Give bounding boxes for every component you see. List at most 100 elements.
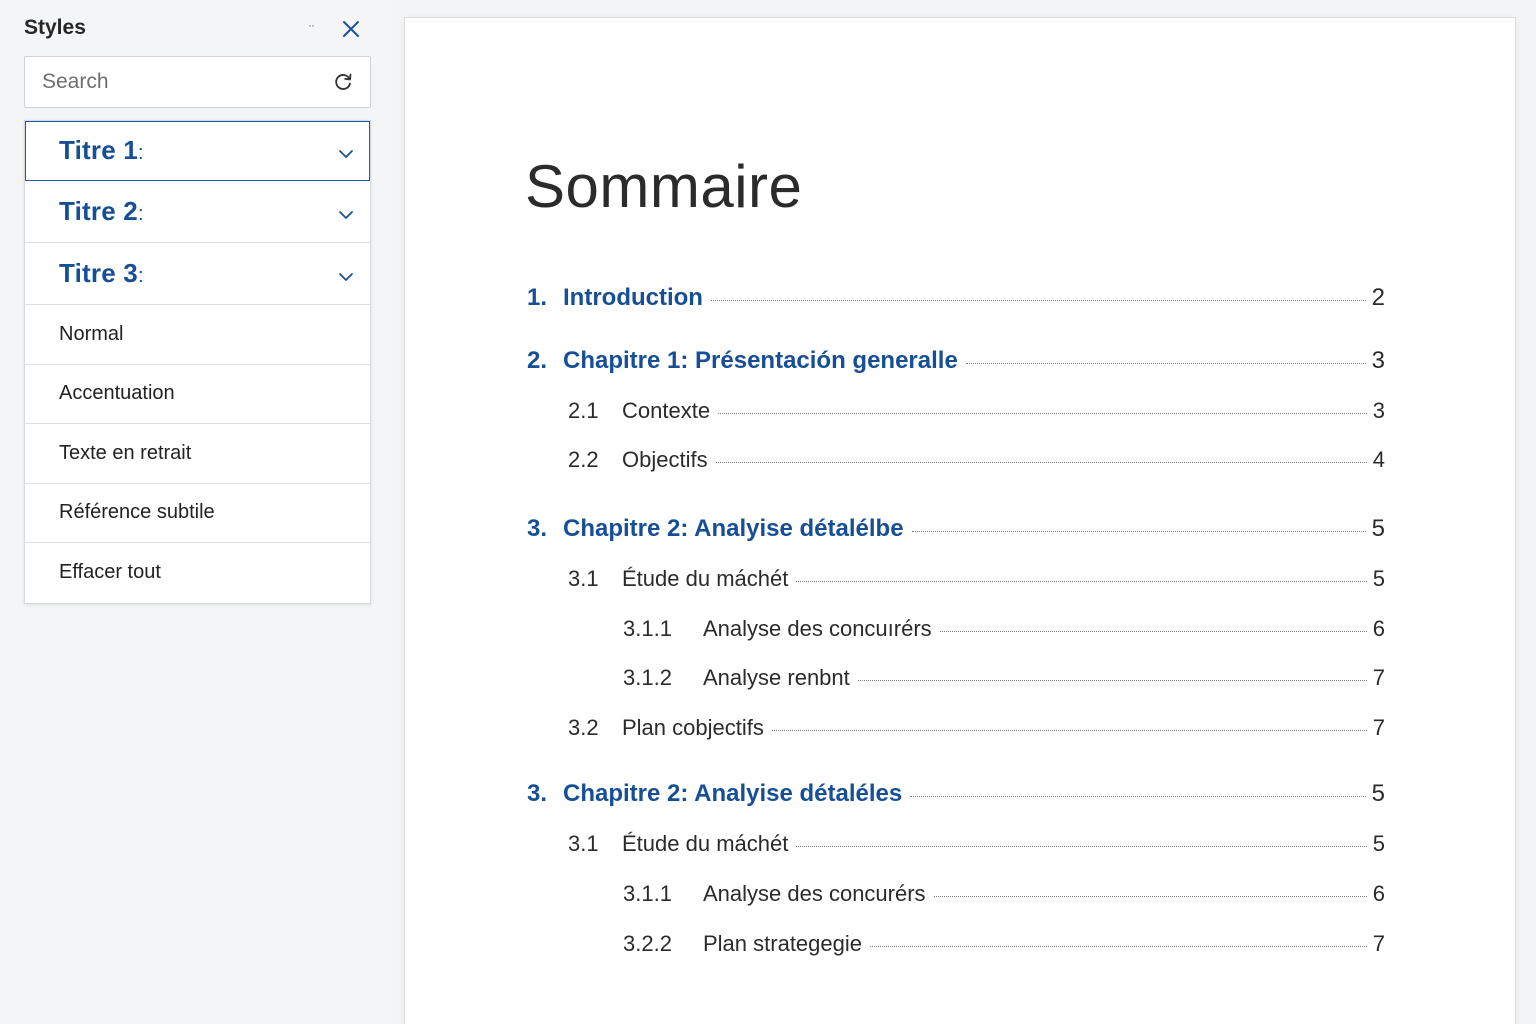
toc-leader	[710, 300, 1366, 301]
style-item[interactable]: Référence subtile	[25, 483, 370, 543]
toc-page-number: 6	[1372, 616, 1385, 641]
style-item-label: Normal	[59, 322, 124, 345]
toc-entry[interactable]: 2.1 Contexte 3	[568, 398, 1385, 424]
toc-entry[interactable]: 3.2 Plan cobjectifs 7	[568, 715, 1385, 741]
toc-leader	[933, 896, 1367, 897]
toc-entry[interactable]: 3.1.2 Analyse renbnt 7	[623, 665, 1385, 691]
style-item-label: Effacer tout	[59, 561, 161, 584]
minimize-button[interactable]: ··	[300, 18, 322, 38]
toc-leader	[771, 730, 1367, 731]
chevron-down-icon[interactable]	[338, 269, 354, 281]
toc-leader	[796, 846, 1367, 847]
toc-page-number: 6	[1372, 881, 1385, 906]
style-item[interactable]: Titre 3:	[25, 243, 370, 305]
close-icon	[336, 14, 366, 44]
toc-entry[interactable]: 3. Chapitre 2: Analyise détalélbe 5	[527, 515, 1385, 543]
toc-entry[interactable]: 3.1.1 Analyse des concuırérs 6	[623, 616, 1385, 642]
toc-number: 3.2.2	[623, 931, 672, 956]
style-item[interactable]: Accentuation	[25, 364, 370, 424]
toc-page-number: 7	[1372, 665, 1385, 690]
style-item[interactable]: Titre 1:	[25, 121, 370, 181]
pane-title: Styles	[24, 16, 86, 39]
toc-number: 2.1	[568, 398, 599, 423]
toc-text: Analyse des concurérs	[703, 881, 926, 906]
style-item-label: Référence subtile	[59, 501, 215, 524]
search-input[interactable]	[25, 57, 325, 107]
toc-entry[interactable]: 3.1 Étude du máchét 5	[568, 566, 1385, 592]
toc-entry[interactable]: 1. Introduction 2	[527, 284, 1385, 312]
refresh-icon[interactable]	[332, 71, 354, 93]
toc-text: Introduction	[563, 284, 703, 311]
toc-number: 2.2	[568, 447, 599, 472]
style-item[interactable]: Texte en retrait	[25, 424, 370, 484]
toc-leader	[796, 581, 1367, 582]
toc-text: Analyse des concuırérs	[703, 616, 932, 641]
style-item-suffix: :	[137, 265, 144, 287]
style-item-label: Titre 2:	[59, 196, 144, 227]
style-item[interactable]: Effacer tout	[25, 543, 370, 603]
style-item[interactable]: Titre 2:	[25, 181, 370, 243]
toc-entry[interactable]: 3.2.2 Plan strategegie 7	[623, 931, 1385, 957]
close-button[interactable]	[336, 14, 366, 44]
toc-leader	[870, 946, 1367, 947]
style-item-label: Texte en retrait	[59, 441, 192, 464]
toc-page-number: 3	[1372, 398, 1385, 423]
toc-leader	[911, 531, 1366, 532]
toc-number: 2.	[527, 347, 548, 374]
toc-leader	[910, 796, 1366, 797]
toc-page-number: 7	[1372, 931, 1385, 956]
toc-entry[interactable]: 3.1.1 Analyse des concurérs 6	[623, 881, 1385, 907]
style-item[interactable]: Normal	[25, 305, 370, 365]
toc-number: 3.1.2	[623, 665, 672, 690]
toc-page-number: 2	[1371, 284, 1385, 311]
toc-number: 3.	[527, 515, 548, 542]
toc-entry[interactable]: 2. Chapitre 1: Présentación generalle 3	[527, 347, 1385, 375]
page-title: Sommaire	[525, 153, 803, 220]
toc-text: Étude du máchét	[622, 566, 789, 591]
toc-leader	[965, 363, 1366, 364]
toc-leader	[939, 631, 1367, 632]
toc-entry[interactable]: 2.2 Objectifs 4	[568, 447, 1385, 473]
toc-text: Chapitre 2: Analyise détaléles	[563, 780, 903, 807]
style-item-label: Accentuation	[59, 382, 175, 405]
toc-leader	[857, 680, 1367, 681]
style-item-name: Titre 1	[59, 135, 138, 165]
toc-page-number: 5	[1371, 515, 1385, 542]
toc-number: 3.1.1	[623, 881, 672, 906]
toc-text: Plan cobjectifs	[622, 715, 764, 740]
style-item-suffix: :	[137, 142, 144, 164]
document-page[interactable]: Sommaire 1. Introduction 2 2. Chapitre 1: Pr…	[404, 17, 1516, 1024]
style-search-box	[24, 56, 371, 108]
toc-page-number: 3	[1371, 347, 1385, 374]
chevron-down-icon[interactable]	[338, 146, 354, 158]
toc-number: 3.2	[568, 715, 599, 740]
toc-entry[interactable]: 3.1 Étude du máchét 5	[568, 831, 1385, 857]
style-item-label: Titre 1:	[59, 135, 144, 166]
toc-number: 3.1	[568, 831, 599, 856]
chevron-down-icon[interactable]	[338, 207, 354, 219]
style-item-suffix: :	[137, 203, 144, 225]
toc-text: Chapitre 2: Analyise détalélbe	[563, 515, 904, 542]
styles-pane: Styles ·· Titre 1:Titre 2:Titre 3:Normal…	[0, 0, 392, 1024]
toc-leader	[715, 462, 1367, 463]
toc-text: Objectifs	[622, 447, 708, 472]
toc-text: Contexte	[622, 398, 711, 423]
style-gallery: Titre 1: Titre 2: Titre 3: Normal Accentuati…	[24, 120, 371, 604]
toc-page-number: 5	[1372, 566, 1385, 591]
toc-number: 3.1	[568, 566, 599, 591]
toc-number: 3.	[527, 780, 548, 807]
style-item-name: Titre 2	[59, 196, 138, 226]
toc-text: Plan strategegie	[703, 931, 862, 956]
toc-page-number: 5	[1371, 780, 1385, 807]
style-item-name: Titre 3	[59, 258, 138, 288]
toc-page-number: 4	[1372, 447, 1385, 472]
style-item-label: Titre 3:	[59, 258, 144, 289]
toc-number: 3.1.1	[623, 616, 672, 641]
toc-leader	[718, 413, 1367, 414]
toc-text: Chapitre 1: Présentación generalle	[563, 347, 958, 374]
toc-entry[interactable]: 3. Chapitre 2: Analyise détaléles 5	[527, 780, 1385, 808]
toc-number: 1.	[527, 284, 548, 311]
toc-page-number: 5	[1372, 831, 1385, 856]
toc-text: Étude du máchét	[622, 831, 789, 856]
toc-text: Analyse renbnt	[703, 665, 850, 690]
